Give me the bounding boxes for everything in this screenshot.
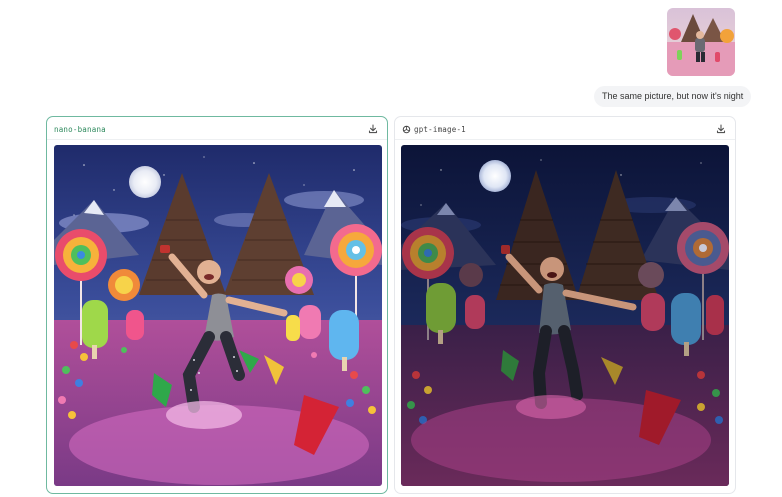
download-icon[interactable] (367, 123, 379, 135)
openai-icon (402, 125, 411, 134)
model-label: gpt-image-1 (414, 124, 466, 134)
generated-image[interactable] (54, 145, 382, 486)
model-label: nano-banana (54, 124, 106, 134)
user-message-bubble: The same picture, but now it's night (594, 86, 752, 107)
result-card-gpt-image-1[interactable]: gpt-image-1 (394, 116, 736, 494)
card-header: gpt-image-1 (402, 121, 727, 137)
user-uploaded-image[interactable] (667, 8, 735, 76)
result-card-nano-banana[interactable]: nano-banana (46, 116, 388, 494)
card-header: nano-banana (54, 121, 379, 137)
header-divider (395, 139, 735, 140)
header-divider (47, 139, 387, 140)
download-icon[interactable] (715, 123, 727, 135)
generated-image[interactable] (401, 145, 729, 486)
